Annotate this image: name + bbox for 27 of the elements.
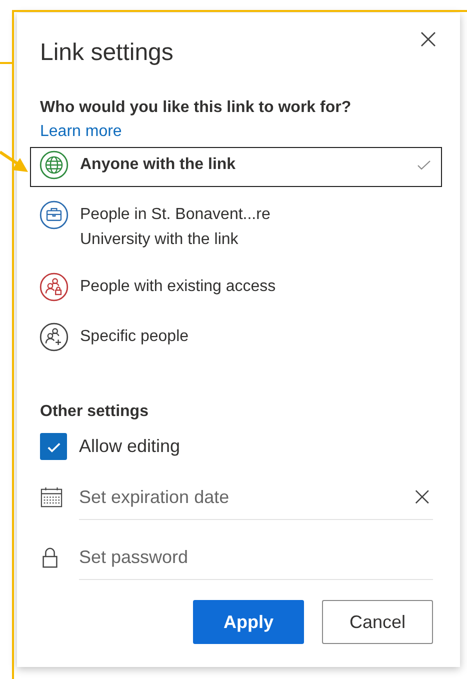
option-label: People with existing access bbox=[80, 277, 277, 297]
people-lock-icon bbox=[39, 272, 69, 302]
audience-question: Who would you like this link to work for? bbox=[40, 99, 352, 117]
people-add-icon bbox=[39, 322, 69, 352]
checkmark-icon bbox=[417, 160, 431, 170]
globe-icon bbox=[39, 150, 69, 180]
option-label: People in St. Bonavent...re University with the link bbox=[80, 205, 272, 250]
option-label: Anyone with the link bbox=[80, 155, 237, 175]
calendar-icon bbox=[40, 486, 63, 509]
audience-option[interactable]: Specific people bbox=[30, 319, 442, 359]
password-field[interactable]: Set password bbox=[79, 546, 433, 568]
option-label: Specific people bbox=[80, 327, 190, 347]
section-heading: Other settings bbox=[40, 403, 150, 421]
audience-option[interactable]: Anyone with the link bbox=[30, 147, 442, 187]
briefcase-icon bbox=[39, 200, 69, 230]
checkbox-label: Allow editing bbox=[79, 436, 180, 457]
dialog-title: Link settings bbox=[40, 39, 174, 67]
close-button[interactable]: × bbox=[416, 27, 440, 51]
clear-button[interactable]: × bbox=[411, 485, 433, 509]
checkbox[interactable] bbox=[40, 433, 67, 460]
learn-more-link[interactable]: Learn more bbox=[40, 123, 122, 141]
cancel-button[interactable]: Cancel bbox=[322, 600, 433, 644]
lock-icon bbox=[40, 546, 60, 569]
audience-option[interactable]: People with existing access bbox=[30, 269, 442, 309]
apply-button[interactable]: Apply bbox=[193, 600, 304, 644]
expiration-date-field[interactable]: Set expiration date bbox=[79, 486, 412, 508]
audience-option[interactable]: People in St. Bonavent...re University with the link bbox=[30, 197, 442, 259]
